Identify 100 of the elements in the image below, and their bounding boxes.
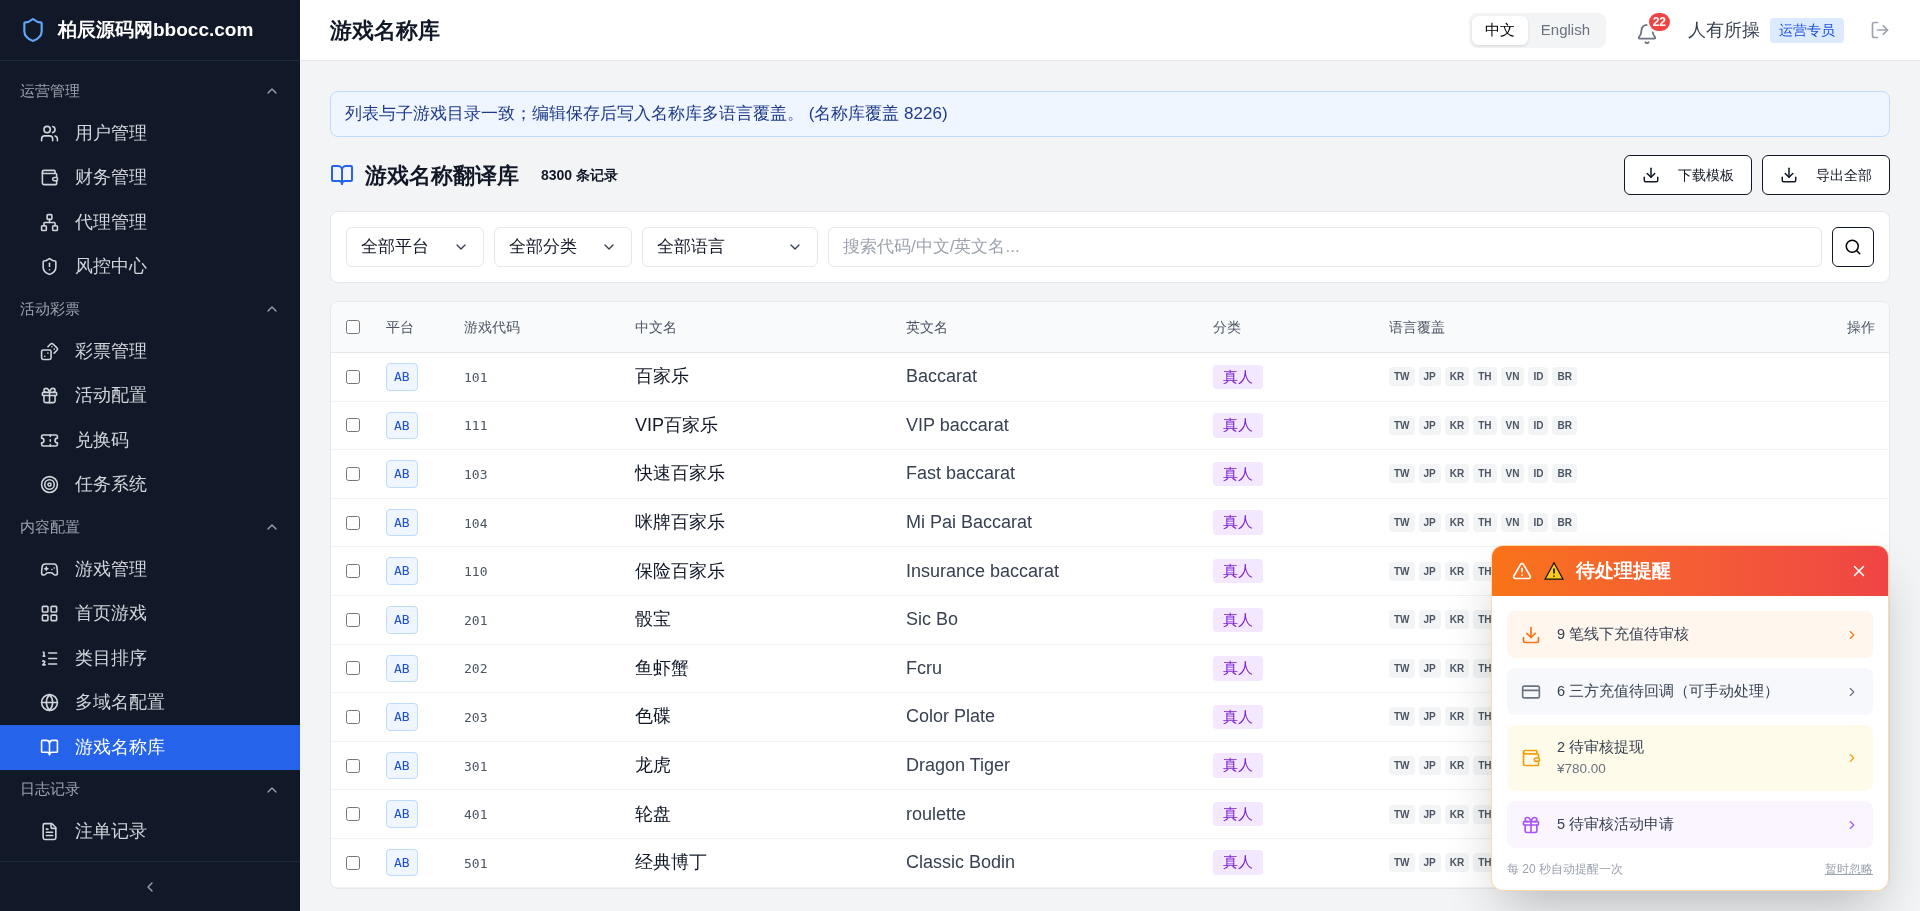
language-tag: TW xyxy=(1389,513,1415,533)
hierarchy-icon xyxy=(40,212,59,232)
language-tag: ID xyxy=(1528,367,1549,387)
filter-select[interactable]: 全部分类 xyxy=(494,227,632,267)
list-icon xyxy=(40,648,59,668)
sidebar-item[interactable]: 代理管理 xyxy=(0,200,300,245)
sidebar-group-header[interactable]: 活动彩票 xyxy=(0,289,300,329)
language-tag: VN xyxy=(1500,367,1525,387)
row-checkbox[interactable] xyxy=(346,807,360,822)
target-icon xyxy=(40,475,59,495)
row-checkbox[interactable] xyxy=(346,612,360,627)
alert-item[interactable]: 2 待审核提现 ¥780.00 xyxy=(1507,725,1873,791)
language-tag: TW xyxy=(1389,610,1415,630)
game-code: 104 xyxy=(464,515,488,531)
alert-item[interactable]: 5 待审核活动申请 xyxy=(1507,801,1873,848)
game-code: 301 xyxy=(464,758,488,774)
platform-tag: AB xyxy=(386,606,418,634)
category-tag: 真人 xyxy=(1213,558,1263,584)
language-tag: TW xyxy=(1389,464,1415,484)
row-checkbox[interactable] xyxy=(346,758,360,773)
language-tag: JP xyxy=(1418,367,1441,387)
section-title: 游戏名称翻译库 xyxy=(365,161,519,190)
language-tag: TW xyxy=(1389,367,1415,387)
row-checkbox[interactable] xyxy=(346,661,360,676)
english-name: Fast baccarat xyxy=(906,463,1016,484)
notification-count: 22 xyxy=(1646,11,1672,33)
search-field[interactable]: 搜索代码/中文/英文名... xyxy=(828,227,1822,267)
column-header: 游戏代码 xyxy=(464,318,520,335)
language-tag: TW xyxy=(1389,804,1415,824)
sidebar-item[interactable]: 兑换码 xyxy=(0,418,300,463)
sidebar-item[interactable]: 用户管理 xyxy=(0,111,300,156)
language-tag: ID xyxy=(1528,464,1549,484)
alert-item[interactable]: 6 三方充值待回调（可手动处理） xyxy=(1507,668,1873,715)
sidebar-item[interactable]: 任务系统 xyxy=(0,462,300,507)
filter-select[interactable]: 全部平台 xyxy=(346,227,484,267)
row-checkbox[interactable] xyxy=(346,855,360,870)
alert-item[interactable]: 9 笔线下充值待审核 xyxy=(1507,611,1873,658)
sidebar-item[interactable]: 注单记录 xyxy=(0,809,300,854)
sidebar-group-header[interactable]: 运营管理 xyxy=(0,71,300,111)
language-tag: KR xyxy=(1444,658,1470,678)
language-tag: VN xyxy=(1500,464,1525,484)
language-tag: JP xyxy=(1418,756,1441,776)
sidebar-item[interactable]: 首页游戏 xyxy=(0,591,300,636)
english-name: Dragon Tiger xyxy=(906,755,1011,776)
language-tag: KR xyxy=(1444,367,1470,387)
platform-tag: AB xyxy=(386,751,418,780)
sidebar-item[interactable]: 彩票管理 xyxy=(0,329,300,374)
sidebar-item[interactable]: 类目排序 xyxy=(0,636,300,681)
english-name: Sic Bo xyxy=(906,609,959,630)
language-tag: KR xyxy=(1444,756,1470,776)
language-tag: BR xyxy=(1552,513,1577,533)
language-tag: BR xyxy=(1552,415,1577,435)
sidebar-item[interactable]: 风控中心 xyxy=(0,244,300,289)
sidebar-group-header[interactable]: 内容配置 xyxy=(0,507,300,547)
row-checkbox[interactable] xyxy=(346,467,360,481)
chinese-name: 轮盘 xyxy=(635,803,671,824)
download-button[interactable]: 导出全部 xyxy=(1762,155,1890,195)
dice-icon xyxy=(40,341,59,361)
language-tag: TH xyxy=(1473,415,1497,435)
language-tag: TH xyxy=(1473,513,1497,533)
language-tag: TW xyxy=(1389,561,1415,581)
game-code: 101 xyxy=(464,369,488,385)
language-tag: TH xyxy=(1473,367,1497,387)
game-code: 103 xyxy=(464,467,488,482)
row-checkbox[interactable] xyxy=(346,515,360,530)
warning-icon xyxy=(1512,561,1532,581)
shield-icon xyxy=(40,257,59,277)
language-tag: TW xyxy=(1389,756,1415,776)
gift-icon xyxy=(1521,814,1541,835)
sidebar-item[interactable]: 游戏管理 xyxy=(0,547,300,592)
row-checkbox[interactable] xyxy=(346,564,360,579)
logout-button[interactable] xyxy=(1870,20,1890,40)
chinese-name: 咪牌百家乐 xyxy=(635,512,725,533)
column-header: 英文名 xyxy=(906,318,948,335)
platform-tag: AB xyxy=(386,654,418,683)
sidebar-item[interactable]: 多域名配置 xyxy=(0,680,300,725)
search-button[interactable] xyxy=(1832,227,1874,267)
row-checkbox[interactable] xyxy=(346,418,360,433)
category-tag: 真人 xyxy=(1213,510,1263,535)
game-code: 110 xyxy=(464,564,488,580)
wallet-icon xyxy=(1521,748,1541,768)
sidebar-item[interactable]: 游戏名称库 xyxy=(0,725,300,770)
language-tag: KR xyxy=(1444,415,1470,435)
language-tag: VN xyxy=(1500,415,1525,435)
book-icon xyxy=(330,163,354,187)
filter-select[interactable]: 全部语言 xyxy=(642,227,818,267)
language-tag: JP xyxy=(1418,658,1441,678)
language-tab[interactable]: English xyxy=(1527,15,1603,45)
download-button[interactable]: 下载模板 xyxy=(1624,155,1752,195)
row-checkbox[interactable] xyxy=(346,709,360,724)
category-tag: 真人 xyxy=(1213,704,1263,730)
language-tab[interactable]: 中文 xyxy=(1471,15,1528,45)
game-code: 401 xyxy=(464,807,488,823)
row-checkbox[interactable] xyxy=(346,369,360,384)
select-all-checkbox[interactable] xyxy=(346,320,360,334)
english-name: roulette xyxy=(906,803,967,824)
notification-button[interactable]: 22 xyxy=(1630,11,1672,49)
sidebar-item[interactable]: 财务管理 xyxy=(0,155,300,200)
sidebar-item[interactable]: 活动配置 xyxy=(0,373,300,418)
sidebar-group-header[interactable]: 日志记录 xyxy=(0,769,300,810)
